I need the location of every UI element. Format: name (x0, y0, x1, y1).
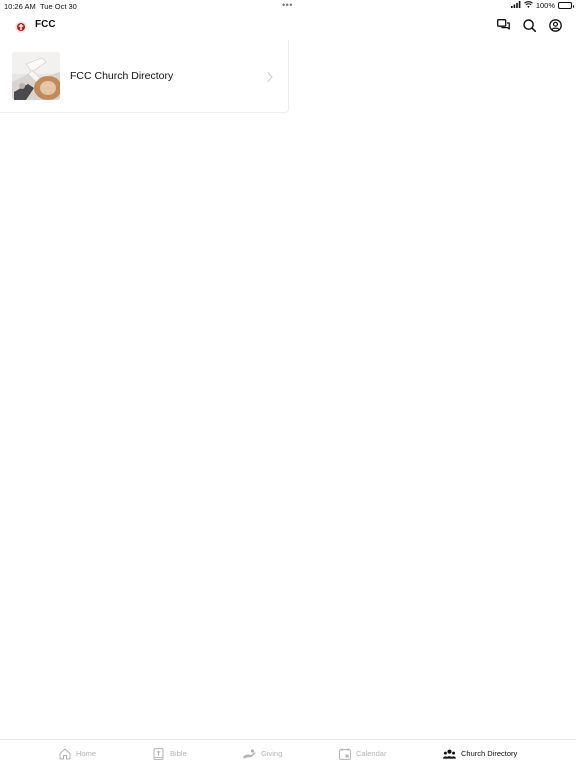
tab-home-label: Home (76, 749, 97, 758)
battery-percent: 100% (535, 1, 555, 10)
tab-bar: Home Bible Giving Calendar Church Direct… (0, 739, 576, 768)
search-icon[interactable] (522, 18, 536, 32)
home-icon (58, 747, 71, 760)
chat-icon[interactable] (496, 18, 510, 32)
status-time: 10:26 AM (4, 2, 36, 11)
battery-icon (558, 2, 574, 9)
status-bar: 10:26 AM Tue Oct 30 ••• 100% (0, 0, 576, 12)
tab-bible[interactable]: Bible (152, 747, 187, 760)
bible-icon (152, 747, 165, 760)
tab-church-directory[interactable]: Church Directory (443, 747, 517, 760)
tab-home[interactable]: Home (58, 747, 96, 760)
tab-church-directory-label: Church Directory (461, 749, 518, 758)
app-header: FCC (0, 12, 576, 40)
tab-giving[interactable]: Giving (243, 747, 282, 760)
status-date: Tue Oct 30 (40, 2, 77, 11)
calendar-icon (338, 747, 351, 760)
signal-icon (510, 1, 521, 10)
list-item-label: FCC Church Directory (70, 70, 174, 82)
multitask-dots-icon[interactable]: ••• (282, 0, 293, 10)
list-item[interactable]: FCC Church Directory (0, 40, 289, 113)
church-logo-icon[interactable] (15, 20, 27, 33)
wifi-icon (523, 1, 533, 10)
profile-icon[interactable] (548, 18, 562, 32)
status-right: 100% (510, 1, 574, 10)
directory-thumbnail (12, 52, 60, 100)
page-title: FCC (35, 19, 56, 30)
chevron-right-icon (266, 70, 274, 83)
tab-calendar[interactable]: Calendar (338, 747, 386, 760)
tab-calendar-label: Calendar (356, 749, 387, 758)
tab-giving-label: Giving (261, 749, 283, 758)
people-icon (443, 747, 456, 760)
giving-icon (243, 747, 256, 760)
header-actions (496, 18, 562, 32)
tab-bible-label: Bible (170, 749, 187, 758)
